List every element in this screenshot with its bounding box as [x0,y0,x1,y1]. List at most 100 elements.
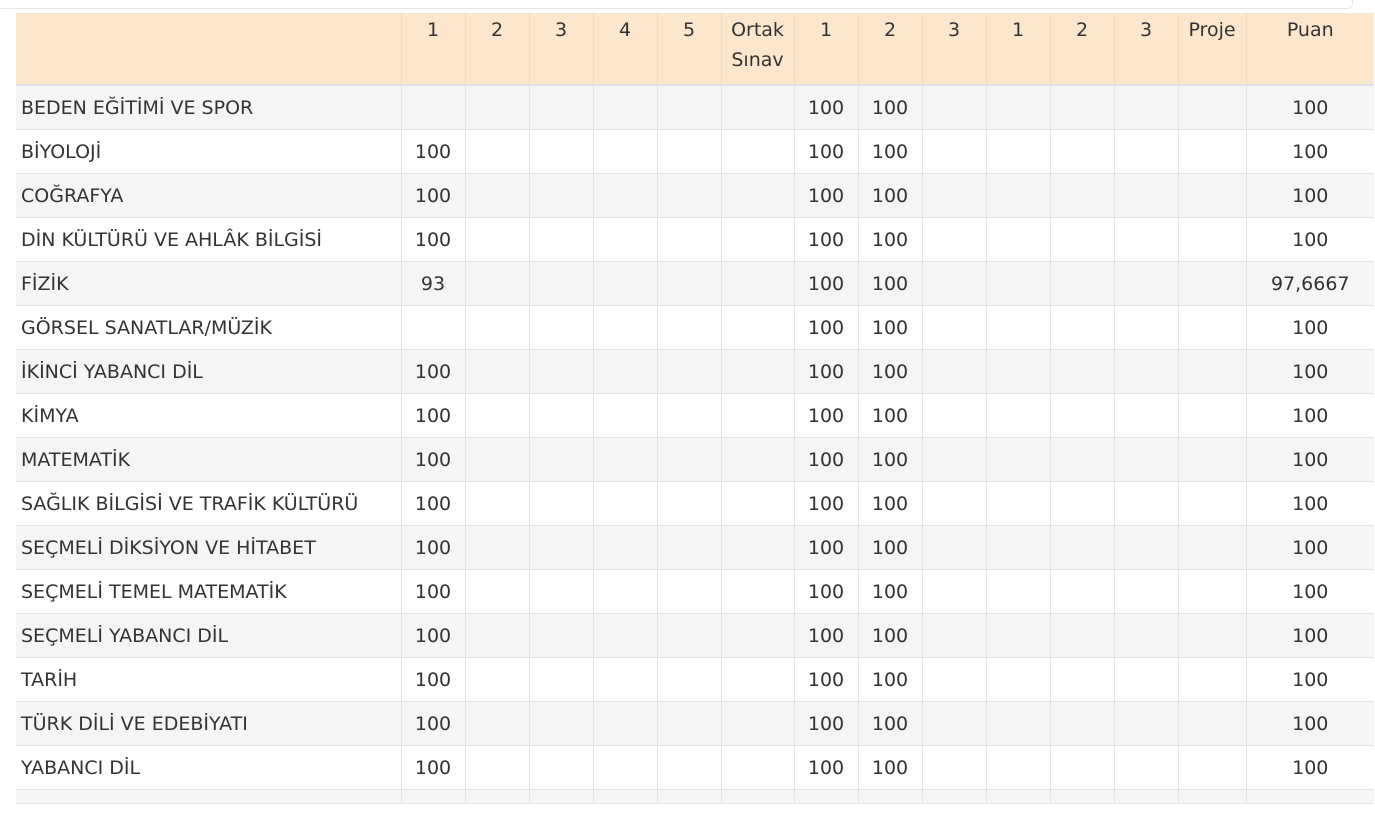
grade-cell [720,745,794,790]
table-row: İKİNCİ YABANCI DİL 100 100 100 100 [16,349,1374,394]
grade-cell: 100 [793,613,858,658]
grade-cell [985,85,1050,130]
grade-cell [464,85,529,130]
grade-cell [592,701,657,746]
grade-cell [921,349,986,394]
grade-cell [464,129,529,174]
grade-cell [1113,85,1178,130]
grade-cell [656,569,721,614]
grade-cell [464,613,529,658]
table-cell [793,789,858,804]
table-row: SAĞLIK BİLGİSİ VE TRAFİK KÜLTÜRÜ 100 100 10… [16,481,1374,526]
grade-cell [1113,129,1178,174]
grade-cell [528,745,593,790]
header-cell-common-exam: Ortak Sınav [720,13,794,86]
subject-name-cell: FİZİK [16,261,401,306]
grade-cell [464,481,529,526]
table-row: SEÇMELİ DİKSİYON VE HİTABET 100 100 100 100 [16,525,1374,570]
grade-cell: 100 [400,657,465,702]
grade-cell [528,129,593,174]
header-cell-perf-1: 1 [793,13,858,86]
grade-cell: 100 [793,129,858,174]
grade-cell [464,173,529,218]
header-cell-oral-2: 2 [1049,13,1114,86]
grade-cell [1113,393,1178,438]
grade-cell: 100 [857,481,922,526]
table-cell [857,789,922,804]
grade-cell [985,657,1050,702]
header-cell-score: Puan [1245,13,1374,86]
grade-cell [720,349,794,394]
subject-name-cell: TÜRK DİLİ VE EDEBİYATI [16,701,401,746]
table-row: BİYOLOJİ 100 100 100 100 [16,129,1374,174]
grade-cell [921,261,986,306]
grade-cell [720,85,794,130]
grade-cell [1049,349,1114,394]
grade-cell: 100 [857,569,922,614]
grade-cell [592,745,657,790]
subject-name-cell: KİMYA [16,393,401,438]
grade-cell: 100 [793,85,858,130]
header-cell-written-5: 5 [656,13,721,86]
table-row: MATEMATİK 100 100 100 100 [16,437,1374,482]
grade-cell: 100 [857,613,922,658]
table-cell [16,789,401,804]
grade-cell [921,85,986,130]
grade-cell: 100 [857,745,922,790]
grade-cell [1113,481,1178,526]
grade-cell [1113,261,1178,306]
grade-cell: 100 [400,613,465,658]
table-header: 1 2 3 4 5 Ortak Sınav 1 2 3 1 2 3 Proje … [16,13,1374,86]
grade-cell [528,393,593,438]
grade-cell [720,613,794,658]
grade-cell [1177,173,1246,218]
grade-cell [656,525,721,570]
score-cell: 100 [1245,85,1374,130]
grade-cell: 100 [400,525,465,570]
grade-cell: 100 [793,217,858,262]
subject-name-cell: TARİH [16,657,401,702]
header-cell-perf-3: 3 [921,13,986,86]
grade-cell: 100 [793,745,858,790]
subject-name-cell: COĞRAFYA [16,173,401,218]
score-cell: 100 [1245,305,1374,350]
header-cell-perf-2: 2 [857,13,922,86]
grade-cell [921,129,986,174]
grade-cell [464,701,529,746]
grade-cell: 100 [400,745,465,790]
subject-name-cell: MATEMATİK [16,437,401,482]
grade-cell: 100 [793,305,858,350]
grade-cell [1049,85,1114,130]
grade-cell [720,173,794,218]
grade-cell [400,305,465,350]
table-row: FİZİK 93 100 100 97,6667 [16,261,1374,306]
grade-cell [1113,613,1178,658]
grade-cell [464,745,529,790]
grade-cell [720,569,794,614]
grade-cell [1113,657,1178,702]
top-strip [0,0,1375,12]
grade-cell [592,261,657,306]
grade-cell [921,569,986,614]
subject-name-cell: SEÇMELİ YABANCI DİL [16,613,401,658]
grade-cell [1049,525,1114,570]
table-cell [985,789,1050,804]
grade-cell [921,305,986,350]
grade-cell [656,613,721,658]
grade-cell: 100 [400,437,465,482]
grade-cell [985,261,1050,306]
grade-cell: 100 [857,173,922,218]
grade-cell: 100 [400,481,465,526]
subject-name-cell: DİN KÜLTÜRÜ VE AHLÂK BİLGİSİ [16,217,401,262]
subject-name-cell: SEÇMELİ DİKSİYON VE HİTABET [16,525,401,570]
table-cell [1177,789,1246,804]
grade-cell [1049,437,1114,482]
table-cell [1245,789,1374,804]
grade-cell: 100 [793,261,858,306]
grade-cell: 100 [857,701,922,746]
grade-cell [1113,701,1178,746]
grade-cell [720,701,794,746]
grade-cell [1113,525,1178,570]
grade-cell [921,657,986,702]
grade-cell [1113,437,1178,482]
